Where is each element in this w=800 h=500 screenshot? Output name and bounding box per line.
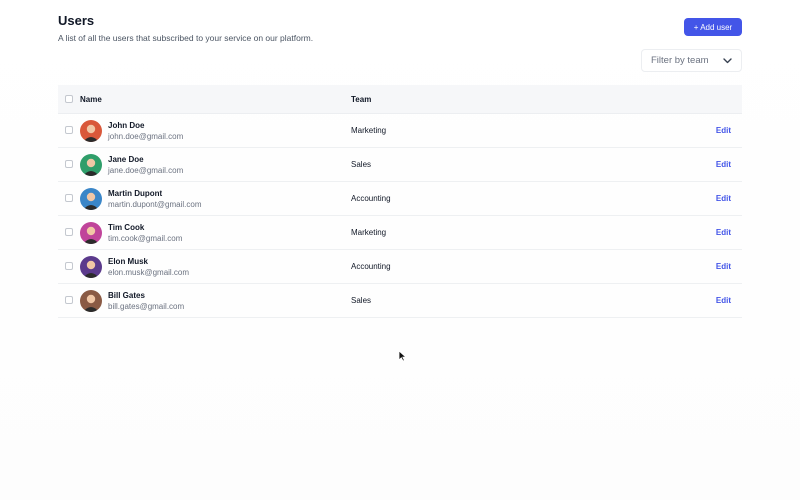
edit-link[interactable]: Edit — [716, 160, 731, 169]
users-table: Name Team John Doe john.doe@gmail.com Ma… — [58, 85, 742, 318]
table-row: John Doe john.doe@gmail.com Marketing Ed… — [58, 114, 742, 148]
column-header-name: Name — [80, 95, 102, 104]
row-checkbox[interactable] — [65, 126, 73, 134]
user-email: martin.dupont@gmail.com — [108, 200, 202, 209]
user-team: Sales — [351, 296, 372, 305]
table-header: Name Team — [58, 85, 742, 114]
edit-link[interactable]: Edit — [716, 296, 731, 305]
user-team: Marketing — [351, 126, 387, 135]
user-name: Jane Doe — [108, 155, 144, 164]
table-row: Tim Cook tim.cook@gmail.com Marketing Ed… — [58, 216, 742, 250]
user-team: Accounting — [351, 194, 391, 203]
user-email: elon.musk@gmail.com — [108, 268, 190, 277]
avatar — [80, 290, 102, 312]
avatar — [80, 188, 102, 210]
page-title: Users — [58, 13, 95, 28]
avatar — [80, 256, 102, 278]
user-email: john.doe@gmail.com — [108, 132, 184, 141]
row-checkbox[interactable] — [65, 194, 73, 202]
add-user-button[interactable]: + Add user — [684, 18, 742, 36]
user-email: tim.cook@gmail.com — [108, 234, 183, 243]
edit-link[interactable]: Edit — [716, 262, 731, 271]
avatar — [80, 154, 102, 176]
user-team: Accounting — [351, 262, 391, 271]
user-team: Sales — [351, 160, 372, 169]
page-header: Users A list of all the users that subsc… — [58, 13, 313, 44]
user-name: Bill Gates — [108, 291, 145, 300]
avatar — [80, 120, 102, 142]
filter-label: Filter by team — [651, 55, 709, 66]
user-email: jane.doe@gmail.com — [108, 166, 184, 175]
edit-link[interactable]: Edit — [716, 126, 731, 135]
table-body: John Doe john.doe@gmail.com Marketing Ed… — [58, 114, 742, 318]
table-row: Jane Doe jane.doe@gmail.com Sales Edit — [58, 148, 742, 182]
row-checkbox[interactable] — [65, 160, 73, 168]
user-name: Elon Musk — [108, 257, 149, 266]
page-subtitle: A list of all the users that subscribed … — [58, 33, 314, 43]
user-name: Tim Cook — [108, 223, 145, 232]
row-checkbox[interactable] — [65, 262, 73, 270]
table-row: Elon Musk elon.musk@gmail.com Accounting… — [58, 250, 742, 284]
user-team: Marketing — [351, 228, 387, 237]
column-header-team: Team — [351, 95, 372, 104]
user-name: Martin Dupont — [108, 189, 163, 198]
chevron-down-icon — [722, 56, 732, 66]
row-checkbox[interactable] — [65, 228, 73, 236]
table-row: Bill Gates bill.gates@gmail.com Sales Ed… — [58, 284, 742, 318]
user-name: John Doe — [108, 121, 145, 130]
filter-by-team-dropdown[interactable]: Filter by team — [641, 49, 742, 72]
row-checkbox[interactable] — [65, 296, 73, 304]
edit-link[interactable]: Edit — [716, 228, 731, 237]
table-row: Martin Dupont martin.dupont@gmail.com Ac… — [58, 182, 742, 216]
avatar — [80, 222, 102, 244]
user-email: bill.gates@gmail.com — [108, 302, 185, 311]
users-page: Users A list of all the users that subsc… — [0, 0, 800, 500]
edit-link[interactable]: Edit — [716, 194, 731, 203]
select-all-checkbox[interactable] — [65, 95, 73, 103]
mouse-cursor-icon — [398, 349, 408, 367]
